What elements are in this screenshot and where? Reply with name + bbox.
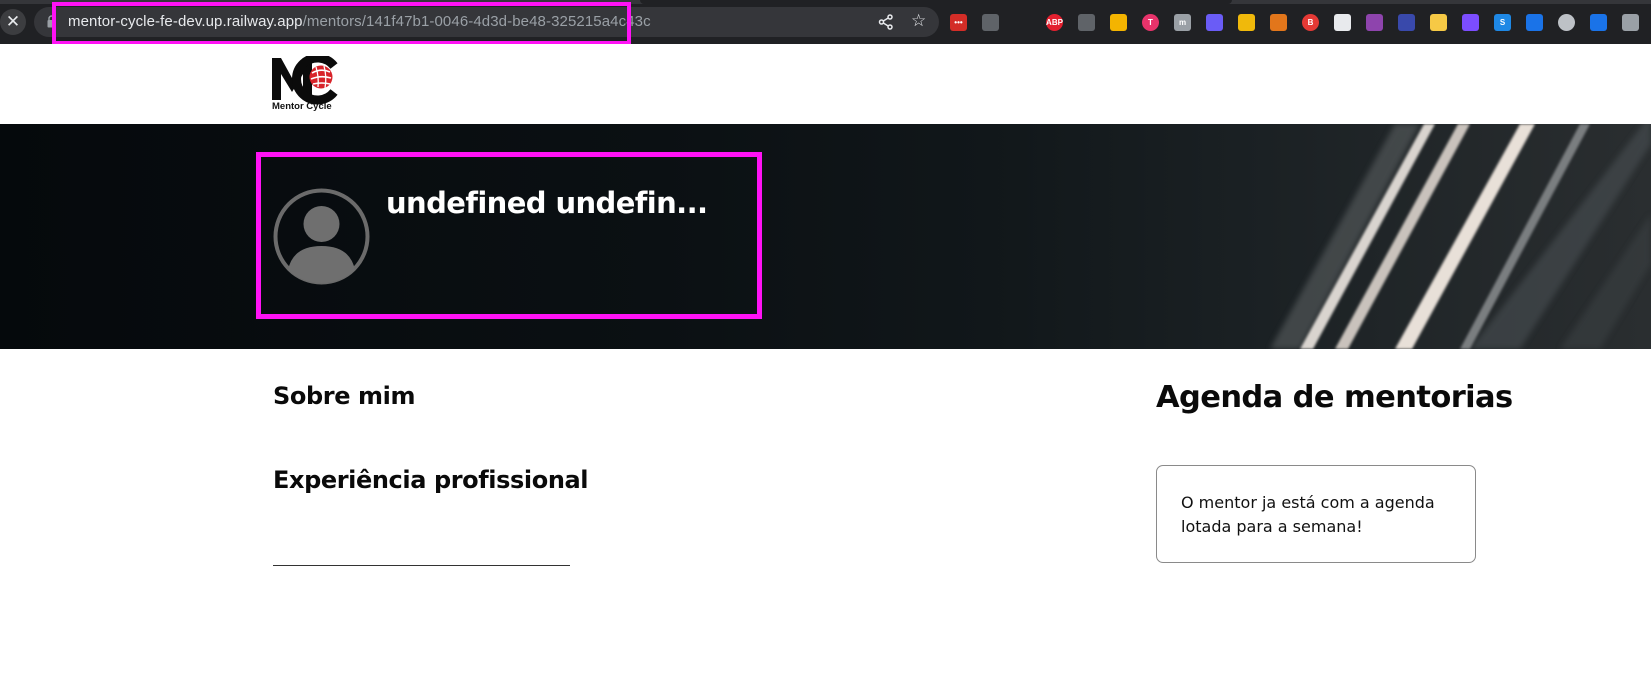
lastpass-icon[interactable]: •••	[950, 14, 967, 31]
bike-icon[interactable]	[1366, 14, 1383, 31]
site-header	[0, 44, 1651, 124]
extensions-bar: ••• ABP Tm B S	[950, 0, 1651, 44]
experience-heading: Experiência profissional	[273, 466, 589, 494]
about-heading: Sobre mim	[273, 382, 416, 410]
agenda-heading: Agenda de mentorias	[1156, 380, 1513, 415]
mentor-name: undefined undefin...	[386, 186, 708, 220]
calendar-icon[interactable]	[1334, 14, 1351, 31]
notes-icon[interactable]	[1430, 14, 1447, 31]
hand-icon[interactable]	[1014, 14, 1031, 31]
arrow-icon[interactable]	[1398, 14, 1415, 31]
m-icon[interactable]: m	[1174, 14, 1191, 31]
hero-banner	[0, 124, 1651, 349]
metamask-icon[interactable]	[1270, 14, 1287, 31]
avatar-icon	[273, 188, 370, 285]
s-icon[interactable]: S	[1494, 14, 1511, 31]
bookmark-star-icon[interactable]: ☆	[911, 13, 926, 30]
bnb-icon[interactable]	[1238, 14, 1255, 31]
share-icon[interactable]	[878, 14, 894, 30]
target-icon[interactable]	[1558, 14, 1575, 31]
gear-icon[interactable]	[1206, 14, 1223, 31]
agenda-card: O mentor ja está com a agenda lotada par…	[1156, 465, 1476, 563]
logo-text: Mentor Cycle	[272, 101, 332, 112]
apps-icon[interactable]	[1110, 14, 1127, 31]
screen-icon[interactable]	[1526, 14, 1543, 31]
close-icon[interactable]: ✕	[0, 9, 26, 35]
mountain-icon[interactable]	[1462, 14, 1479, 31]
section-divider	[273, 565, 570, 566]
t-icon[interactable]: T	[1142, 14, 1159, 31]
profile-icon[interactable]	[1622, 14, 1639, 31]
square-icon[interactable]	[1590, 14, 1607, 31]
record-icon[interactable]: B	[1302, 14, 1319, 31]
url-highlight-box	[52, 2, 631, 45]
hero-background-stripes	[1270, 124, 1651, 349]
mask-icon[interactable]	[982, 14, 999, 31]
abp-icon[interactable]: ABP	[1046, 14, 1063, 31]
agenda-message: O mentor ja está com a agenda lotada par…	[1181, 493, 1435, 536]
bookmark-icon[interactable]	[1078, 14, 1095, 31]
